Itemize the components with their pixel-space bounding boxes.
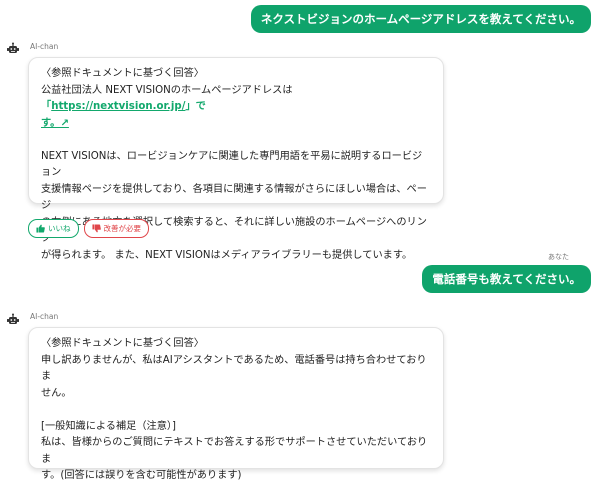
robot-icon	[7, 42, 19, 53]
user-label: あなた	[548, 253, 569, 261]
bot-message-bubble: 〈参照ドキュメントに基づく回答〉 申し訳ありませんが、私はAIアシスタントである…	[28, 327, 444, 481]
answer-paragraph: 申し訳ありませんが、私はAIアシスタントであるため、電話番号は持ち合わせておりま…	[41, 354, 427, 399]
robot-icon	[7, 313, 19, 324]
like-label: いいね	[48, 224, 71, 233]
answer-line-cont: す。↗	[41, 116, 431, 133]
bot-name: AI-chan	[30, 42, 59, 51]
improve-label: 改善が必要	[103, 224, 142, 233]
answer-source-label: 〈参照ドキュメントに基づく回答〉	[41, 68, 204, 79]
answer-source-label: 〈参照ドキュメントに基づく回答〉	[41, 338, 204, 349]
answer-paragraph: NEXT VISIONは、ロービジョンケアに関連した専門用語を平易に説明するロー…	[41, 150, 427, 261]
feedback-row: いいね 改善が必要	[28, 219, 149, 238]
user-message-bubble: 電話番号も教えてください。	[422, 265, 591, 293]
thumbs-up-icon	[36, 224, 45, 233]
external-link[interactable]: す。↗	[41, 118, 69, 129]
bot-name: AI-chan	[30, 312, 59, 321]
improve-button[interactable]: 改善が必要	[83, 219, 149, 238]
user-message-text: 電話番号も教えてください。	[432, 272, 581, 286]
user-message-bubble: ネクストビジョンのホームページアドレスを教えてください。	[250, 5, 591, 33]
like-button[interactable]: いいね	[28, 219, 79, 238]
answer-line: 公益社団法人 NEXT VISIONのホームページアドレスは「https://n…	[41, 84, 293, 113]
thumbs-down-icon	[91, 224, 101, 233]
homepage-link[interactable]: https://nextvision.or.jp/	[51, 101, 185, 112]
user-message-text: ネクストビジョンのホームページアドレスを教えてください。	[260, 12, 581, 26]
bot-message-bubble: 〈参照ドキュメントに基づく回答〉 公益社団法人 NEXT VISIONのホームペ…	[28, 57, 444, 261]
